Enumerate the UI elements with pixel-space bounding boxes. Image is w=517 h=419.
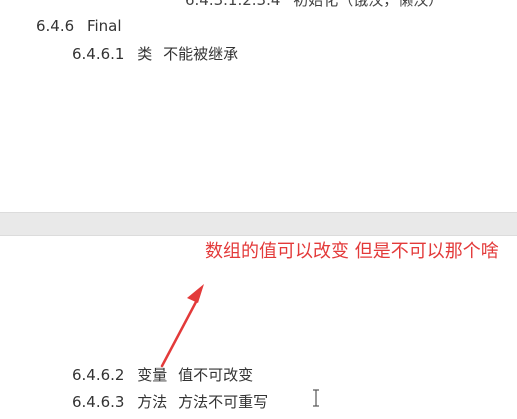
subsection-heading-class: 6.4.6.1 类 不能被继承 — [72, 47, 238, 62]
subsection-number: 6.4.6.2 — [72, 366, 125, 384]
subsection-heading-method: 6.4.6.3 方法 方法不可重写 — [72, 395, 268, 410]
text-cursor-icon — [313, 389, 319, 407]
heading-text: 初始化（饿汉，懒汉） — [293, 0, 444, 9]
subsection-description: 不能被继承 — [163, 45, 239, 63]
subsection-heading-variable: 6.4.6.2 变量 值不可改变 — [72, 368, 253, 383]
subsection-description: 方法不可重写 — [178, 393, 269, 411]
subsection-title: 方法 — [137, 393, 168, 411]
subsection-title: 变量 — [137, 366, 168, 384]
section-heading-final: 6.4.6 Final — [36, 19, 122, 34]
annotation-text: 数组的值可以改变 但是不可以那个啥 — [205, 241, 499, 262]
subsection-title: 类 — [137, 45, 153, 63]
subsection-number: 6.4.6.1 — [72, 45, 125, 63]
section-title: Final — [86, 17, 122, 35]
subsection-number: 6.4.6.3 — [72, 393, 125, 411]
section-number: 6.4.6 — [36, 17, 75, 35]
page-separator — [0, 212, 517, 236]
heading-number: 6.4.3.1.2.3.4 — [185, 0, 281, 9]
cut-off-heading: 6.4.3.1.2.3.4 初始化（饿汉，懒汉） — [185, 0, 443, 8]
document-page-top: 6.4.3.1.2.3.4 初始化（饿汉，懒汉） 6.4.6 Final 6.4… — [0, 0, 517, 212]
subsection-description: 值不可改变 — [178, 366, 254, 384]
